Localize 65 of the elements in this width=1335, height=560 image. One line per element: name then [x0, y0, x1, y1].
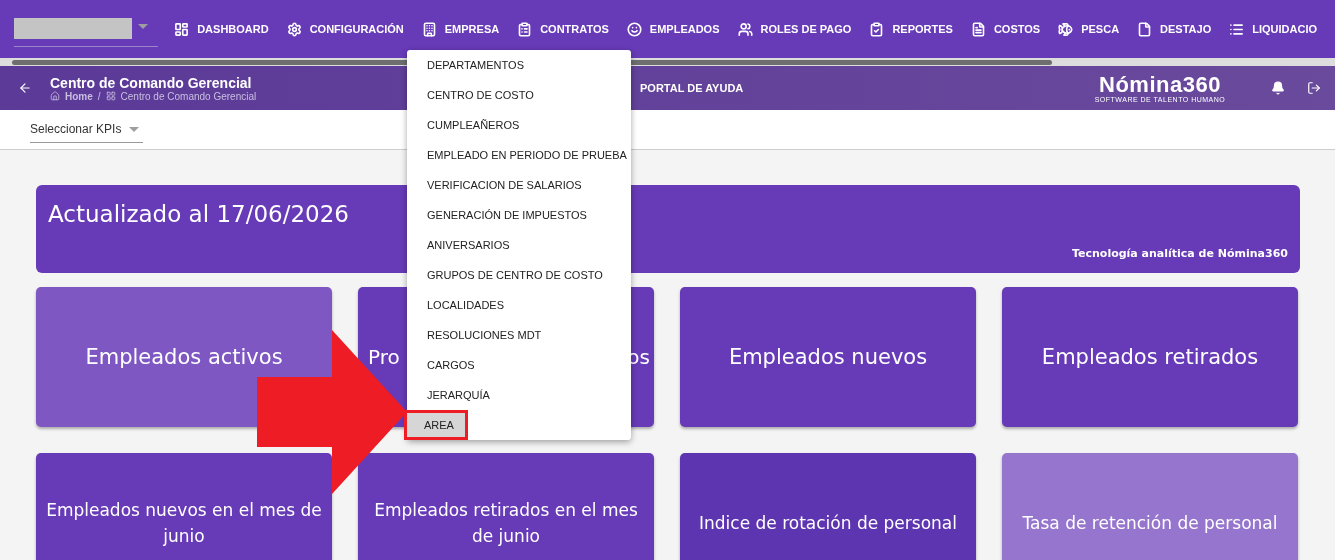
menu-item[interactable]: GRUPOS DE CENTRO DE COSTO [407, 260, 631, 290]
nav-icon [174, 21, 190, 37]
nav-item[interactable]: COSTOS [970, 21, 1041, 37]
kpi-card[interactable]: Indice de rotación de personal [680, 453, 976, 560]
nav-item[interactable]: CONFIGURACIÓN [286, 21, 404, 37]
card-title: Empleados activos [85, 343, 283, 371]
logout-icon[interactable] [1307, 81, 1321, 95]
menu-item[interactable]: DEPARTAMENTOS [407, 50, 631, 80]
nav-icon [737, 21, 753, 37]
nav-icon [626, 21, 642, 37]
kpi-card[interactable]: Tasa de retención de personal [1002, 453, 1298, 560]
menu-item[interactable]: EMPLEADO EN PERIODO DE PRUEBA [407, 140, 631, 170]
kpi-card[interactable]: Empleados retirados [1002, 287, 1298, 427]
card-title: Empleados nuevos en el mes de junio [45, 498, 323, 548]
menu-item[interactable]: VERIFICACION DE SALARIOS [407, 170, 631, 200]
nav-item[interactable]: EMPRESA [421, 21, 500, 37]
caret-icon [138, 23, 148, 29]
kpi-select[interactable]: Seleccionar KPIs [30, 116, 144, 143]
nav-item[interactable]: REPORTES [869, 21, 953, 37]
menu-item[interactable]: LOCALIDADES [407, 290, 631, 320]
card-title: Tasa de retención de personal [1022, 511, 1278, 535]
grid-icon [105, 91, 116, 101]
bell-icon[interactable] [1271, 81, 1285, 95]
nav-icon [421, 21, 437, 37]
nav-item[interactable]: EMPLEADOS [626, 21, 720, 37]
nav-icon [1229, 21, 1245, 37]
nav-icon [286, 21, 302, 37]
card-title: Indice de rotación de personal [699, 511, 957, 535]
breadcrumb-link[interactable]: Home [65, 90, 93, 102]
breadcrumb-separator: / [97, 90, 101, 102]
nav-item[interactable]: PESCA [1058, 21, 1120, 37]
page-title: Centro de Comando Gerencial [50, 74, 253, 91]
kpi-card[interactable]: Empleados activos [36, 287, 332, 427]
menu-item[interactable]: GENERACIÓN DE IMPUESTOS [407, 200, 631, 230]
menu-item[interactable]: JERARQUÍA [407, 380, 631, 410]
nav-item[interactable]: DASHBOARD [174, 21, 269, 37]
card-title: Empleados retirados en el mes de junio [373, 498, 639, 548]
nav-icon [970, 21, 986, 37]
nav-icon [869, 21, 885, 37]
card-title: Empleados nuevos [728, 343, 928, 371]
nav-item[interactable]: ROLES DE PAGO [737, 21, 852, 37]
menu-item[interactable]: CENTRO DE COSTO [407, 80, 631, 110]
banner-title: Actualizado al 17/06/2026 [48, 201, 349, 227]
nav-icon [517, 21, 533, 37]
menu-item[interactable]: CUMPLEAÑEROS [407, 110, 631, 140]
breadcrumb-current: Centro de Comando Gerencial [120, 90, 257, 102]
home-icon [50, 91, 60, 101]
kpi-card[interactable]: Empleados retirados en el mes de junio [358, 453, 654, 560]
banner-footer: Tecnología analítica de Nómina360 [1071, 247, 1288, 260]
caret-icon [129, 126, 140, 132]
card-title: Pro [368, 345, 400, 369]
card-title: Empleados retirados [1041, 343, 1259, 371]
help-link[interactable]: PORTAL DE AYUDA [640, 82, 1060, 94]
nav-icon [1058, 21, 1074, 37]
menu-item[interactable]: ANIVERSARIOS [407, 230, 631, 260]
nav-icon [1137, 21, 1153, 37]
nav-item[interactable]: DESTAJO [1137, 21, 1212, 37]
menu-item[interactable]: AREA [404, 410, 468, 440]
nav-item[interactable]: CONTRATOS [517, 21, 609, 37]
kpi-card[interactable]: Empleados nuevos [680, 287, 976, 427]
kpi-card[interactable]: Empleados nuevos en el mes de junio [36, 453, 332, 560]
back-icon[interactable] [18, 81, 32, 95]
menu-item[interactable]: RESOLUCIONES MDT [407, 320, 631, 350]
nav-item[interactable]: LIQUIDACIO [1229, 21, 1317, 37]
menu-item[interactable]: CARGOS [407, 350, 631, 380]
